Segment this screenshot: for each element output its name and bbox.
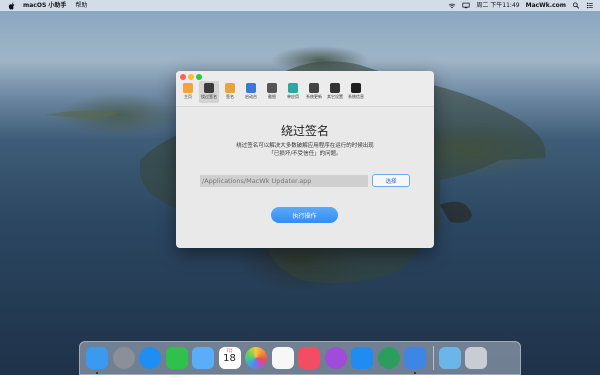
toolbar-item-terminal[interactable]: 系统信息 <box>346 81 366 103</box>
single-app-icon <box>288 83 298 93</box>
dock-separator <box>432 346 434 370</box>
app-path-field[interactable] <box>200 175 368 187</box>
toolbar-item-label: 签名 <box>226 94 234 99</box>
dock: 7月 18 <box>79 341 521 375</box>
running-indicator <box>96 372 98 374</box>
podcasts-icon[interactable] <box>324 347 347 369</box>
window-zoom-button[interactable] <box>196 74 202 80</box>
toolbar-item-sign[interactable]: 签名 <box>220 81 240 103</box>
reminders-icon[interactable] <box>271 347 294 369</box>
toolbar-item-label: 单应用 <box>287 94 299 99</box>
home-icon <box>183 83 193 93</box>
execute-button[interactable]: 执行操作 <box>271 207 338 223</box>
calendar-day: 18 <box>223 353 236 364</box>
toolbar-item-label: 启动台 <box>245 94 257 99</box>
finder-icon[interactable] <box>86 347 108 374</box>
toolbar-item-settings[interactable]: 其它设置 <box>325 81 345 103</box>
toolbar-item-label: 系统信息 <box>348 94 364 99</box>
toolbar-item-home[interactable]: 主页 <box>178 81 198 103</box>
messages-icon[interactable] <box>192 347 214 369</box>
terminal-icon <box>351 83 361 93</box>
tool-icon[interactable] <box>377 347 400 369</box>
calendar-icon[interactable]: 7月 18 <box>218 347 241 369</box>
launchpad-icon[interactable] <box>112 347 135 369</box>
toolbar-item-single-app[interactable]: 单应用 <box>283 81 303 103</box>
window-minimize-button[interactable] <box>188 74 194 80</box>
macos-helper-icon[interactable] <box>404 347 426 374</box>
photos-icon[interactable] <box>245 347 267 369</box>
page-title: 绕过签名 <box>280 124 329 138</box>
toolbar-item-label: 截图 <box>268 94 276 99</box>
screenshot-icon <box>267 83 277 93</box>
sign-icon <box>225 83 235 93</box>
toolbar-item-label: 主页 <box>184 94 192 99</box>
launchpad-icon <box>246 83 256 93</box>
running-indicator <box>414 372 416 374</box>
choose-button[interactable]: 选择 <box>372 174 410 187</box>
toolbar-item-label: 系统更新 <box>306 94 322 99</box>
toolbar-item-pen[interactable]: 绕过签名 <box>199 81 219 103</box>
update-icon <box>309 83 319 93</box>
toolbar-item-label: 绕过签名 <box>201 94 217 99</box>
music-icon[interactable] <box>298 347 320 369</box>
settings-icon <box>330 83 340 93</box>
toolbar: 主页 绕过签名 签名 启动台 截图 单应用 系统更新 其它设置 系统信息 <box>178 81 367 103</box>
downloads-folder-icon[interactable] <box>438 347 461 369</box>
toolbar-item-update[interactable]: 系统更新 <box>304 81 324 103</box>
app-window: 主页 绕过签名 签名 启动台 截图 单应用 系统更新 其它设置 系统信息 绕过签名 绕过签名可以… <box>176 71 434 248</box>
toolbar-item-screenshot[interactable]: 截图 <box>262 81 282 103</box>
page-description: 绕过签名可以解决大多数破解应用程序在运行的时候出现 「已损坏/不受信任」的问题。 <box>176 142 434 158</box>
toolbar-item-label: 其它设置 <box>327 94 343 99</box>
toolbar-item-launchpad[interactable]: 启动台 <box>241 81 261 103</box>
main-content: 绕过签名 绕过签名可以解决大多数破解应用程序在运行的时候出现 「已损坏/不受信任… <box>176 107 434 248</box>
window-titlebar[interactable]: 主页 绕过签名 签名 启动台 截图 单应用 系统更新 其它设置 系统信息 <box>176 71 434 107</box>
window-close-button[interactable] <box>180 74 186 80</box>
trash-icon[interactable] <box>465 347 487 369</box>
app-store-icon[interactable] <box>351 347 373 369</box>
description-line-1: 绕过签名可以解决大多数破解应用程序在运行的时候出现 <box>236 143 374 149</box>
facetime-icon[interactable] <box>165 347 188 369</box>
pen-icon <box>204 83 214 93</box>
description-line-2: 「已损坏/不受信任」的问题。 <box>268 151 342 157</box>
safari-icon[interactable] <box>139 347 161 369</box>
